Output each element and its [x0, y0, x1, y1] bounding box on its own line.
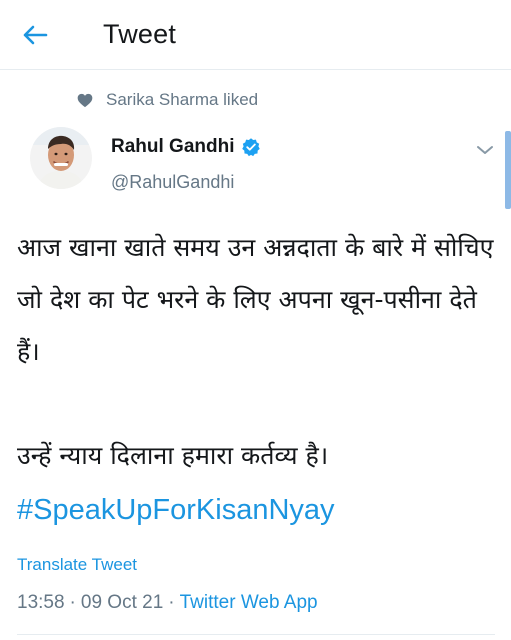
tweet-menu-button[interactable]	[473, 138, 497, 162]
arrow-left-icon	[23, 25, 48, 45]
heart-icon	[76, 91, 94, 109]
verified-badge-icon	[241, 137, 261, 157]
avatar[interactable]	[30, 127, 92, 189]
tweet-meta: 13:58 · 09 Oct 21 · Twitter Web App	[17, 592, 318, 614]
social-context: Sarika Sharma liked	[76, 88, 258, 112]
chevron-down-icon	[477, 146, 493, 154]
page-title: Tweet	[103, 19, 177, 49]
author-handle[interactable]: @RahulGandhi	[111, 172, 234, 193]
tweet-text: आज खाना खाते समय उन अन्नदाता के बारे में…	[17, 233, 494, 470]
translate-tweet-link[interactable]: Translate Tweet	[17, 555, 137, 575]
meta-separator: ·	[69, 592, 76, 613]
tweet-time: 13:58	[17, 592, 65, 613]
app-header: Tweet	[0, 0, 511, 70]
hashtag-link[interactable]: #SpeakUpForKisanNyay	[17, 494, 335, 527]
tweet-source-link[interactable]: Twitter Web App	[180, 592, 318, 614]
meta-separator: ·	[168, 592, 175, 613]
author-name[interactable]: Rahul Gandhi	[111, 136, 261, 158]
social-context-label[interactable]: Sarika Sharma liked	[106, 90, 258, 110]
back-button[interactable]	[18, 18, 52, 52]
divider	[17, 634, 495, 635]
scrollbar[interactable]	[505, 131, 511, 209]
tweet-date: 09 Oct 21	[80, 592, 164, 613]
author-name-label: Rahul Gandhi	[111, 136, 235, 157]
